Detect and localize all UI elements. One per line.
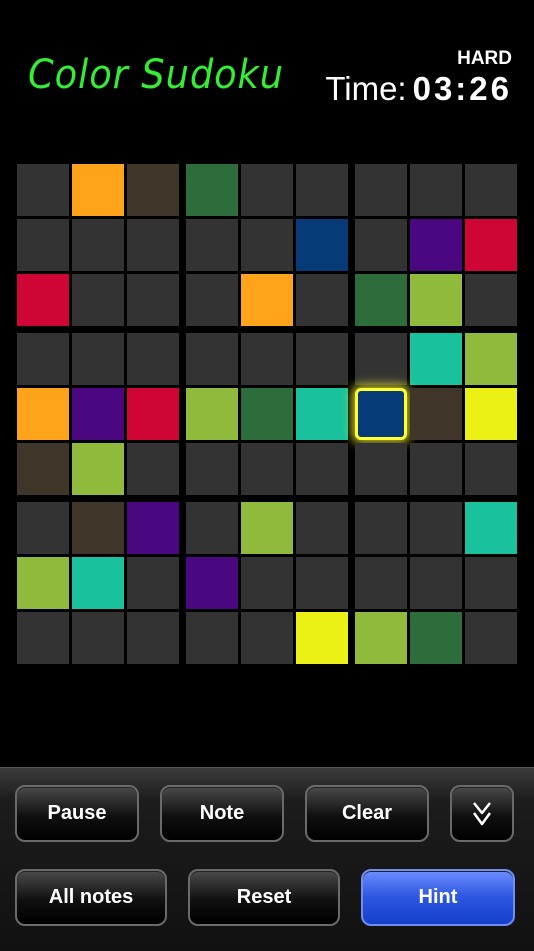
board-cell[interactable]: [186, 219, 238, 271]
board-cell[interactable]: [127, 443, 179, 495]
board-cell[interactable]: [296, 557, 348, 609]
board-cell[interactable]: [355, 557, 407, 609]
board-cell[interactable]: [296, 502, 348, 554]
clear-button[interactable]: Clear: [305, 785, 429, 842]
board-cell[interactable]: [465, 219, 517, 271]
board-cell[interactable]: [465, 502, 517, 554]
board-cell-selected[interactable]: [355, 388, 407, 440]
board-cell[interactable]: [127, 164, 179, 216]
board-cell[interactable]: [72, 164, 124, 216]
board-cell[interactable]: [241, 164, 293, 216]
board-cell[interactable]: [465, 274, 517, 326]
board-cell[interactable]: [465, 612, 517, 664]
board-cell[interactable]: [127, 388, 179, 440]
board-cell[interactable]: [17, 274, 69, 326]
board-cell[interactable]: [355, 443, 407, 495]
board-cell[interactable]: [72, 388, 124, 440]
board-cell[interactable]: [241, 388, 293, 440]
board-cell[interactable]: [296, 219, 348, 271]
board-cell[interactable]: [17, 612, 69, 664]
board-cell[interactable]: [465, 388, 517, 440]
hint-button[interactable]: Hint: [361, 869, 515, 926]
board-cell[interactable]: [72, 612, 124, 664]
board-cell[interactable]: [127, 274, 179, 326]
board-cell[interactable]: [186, 333, 238, 385]
board-cell[interactable]: [186, 274, 238, 326]
all-notes-button[interactable]: All notes: [15, 869, 167, 926]
app-title: Color Sudoku: [28, 52, 285, 98]
board-cell[interactable]: [72, 219, 124, 271]
board-cell[interactable]: [17, 388, 69, 440]
board-cell[interactable]: [72, 502, 124, 554]
board-cell[interactable]: [72, 333, 124, 385]
board-cell[interactable]: [186, 443, 238, 495]
board-cell[interactable]: [355, 164, 407, 216]
board-cell[interactable]: [410, 333, 462, 385]
board-cell[interactable]: [17, 164, 69, 216]
board-cell[interactable]: [296, 333, 348, 385]
difficulty-label: HARD: [457, 48, 512, 69]
note-button[interactable]: Note: [160, 785, 284, 842]
board-cell[interactable]: [17, 333, 69, 385]
board-cell[interactable]: [465, 443, 517, 495]
board-cell[interactable]: [186, 612, 238, 664]
board-cell[interactable]: [241, 333, 293, 385]
board-cell[interactable]: [241, 502, 293, 554]
board-cell[interactable]: [241, 274, 293, 326]
board-cell[interactable]: [296, 612, 348, 664]
timer: Time: 03:26: [325, 70, 512, 108]
board-cell[interactable]: [410, 502, 462, 554]
board-cell[interactable]: [127, 219, 179, 271]
board-cell[interactable]: [410, 164, 462, 216]
board-cell[interactable]: [410, 388, 462, 440]
board-cell[interactable]: [410, 557, 462, 609]
board-cell[interactable]: [241, 612, 293, 664]
board-cell[interactable]: [410, 443, 462, 495]
sudoku-board: [15, 162, 519, 666]
board-cell[interactable]: [127, 557, 179, 609]
board-cell[interactable]: [296, 274, 348, 326]
board-cell[interactable]: [17, 557, 69, 609]
timer-value: 03:26: [412, 70, 512, 107]
board-cell[interactable]: [72, 274, 124, 326]
board-cell[interactable]: [241, 557, 293, 609]
board-cell[interactable]: [296, 388, 348, 440]
board-cell[interactable]: [355, 333, 407, 385]
board-cell[interactable]: [17, 219, 69, 271]
board-cell[interactable]: [72, 557, 124, 609]
board-cell[interactable]: [410, 219, 462, 271]
board-cell[interactable]: [72, 443, 124, 495]
board-cell[interactable]: [241, 443, 293, 495]
board-cell[interactable]: [127, 502, 179, 554]
board-cell[interactable]: [355, 219, 407, 271]
board-cell[interactable]: [186, 388, 238, 440]
board-cell[interactable]: [241, 219, 293, 271]
board-cell[interactable]: [17, 443, 69, 495]
board-cell[interactable]: [355, 612, 407, 664]
board-cell[interactable]: [465, 333, 517, 385]
pause-button[interactable]: Pause: [15, 785, 139, 842]
board-cell[interactable]: [465, 164, 517, 216]
board-cell[interactable]: [127, 333, 179, 385]
reset-button[interactable]: Reset: [188, 869, 340, 926]
board-cell[interactable]: [186, 164, 238, 216]
board-cell[interactable]: [410, 274, 462, 326]
board-cell[interactable]: [296, 164, 348, 216]
board-cell[interactable]: [296, 443, 348, 495]
double-chevron-down-icon: [471, 799, 493, 829]
board-cell[interactable]: [127, 612, 179, 664]
board-cell[interactable]: [186, 557, 238, 609]
collapse-button[interactable]: [450, 785, 514, 842]
board-cell[interactable]: [186, 502, 238, 554]
board-cell[interactable]: [410, 612, 462, 664]
board-cell[interactable]: [17, 502, 69, 554]
timer-label: Time:: [325, 70, 407, 107]
board-cell[interactable]: [355, 274, 407, 326]
control-toolbar: Pause Note Clear All notes Reset Hint: [0, 767, 534, 951]
board-cell[interactable]: [355, 502, 407, 554]
board-cell[interactable]: [465, 557, 517, 609]
